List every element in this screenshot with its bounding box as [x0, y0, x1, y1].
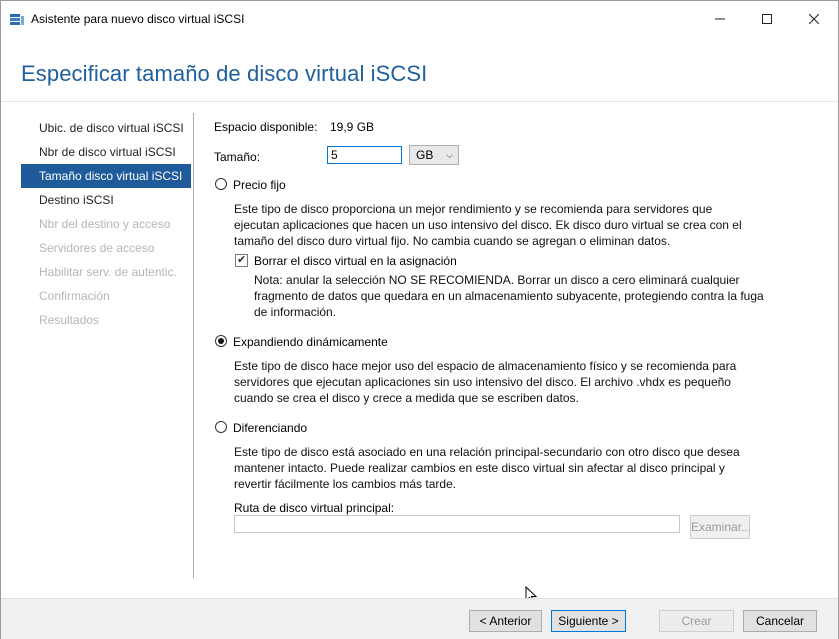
- erase-disk-checkbox[interactable]: ✔: [235, 254, 248, 267]
- content-panel: Espacio disponible: 19,9 GB Tamaño: 5 GB…: [214, 113, 824, 573]
- differencing-radio[interactable]: [215, 421, 227, 433]
- nav-item-access-servers: Servidores de acceso: [39, 241, 155, 255]
- fixed-size-label: Precio fijo: [233, 178, 286, 192]
- nav-item-target-name-access: Nbr del destino y acceso: [39, 217, 171, 231]
- maximize-icon: [762, 14, 772, 24]
- window-title: Asistente para nuevo disco virtual iSCSI: [31, 12, 245, 26]
- next-button[interactable]: Siguiente >: [551, 610, 626, 632]
- parent-path-input[interactable]: [234, 515, 680, 533]
- nav-item-location[interactable]: Ubic. de disco virtual iSCSI: [21, 116, 191, 140]
- page-title: Especificar tamaño de disco virtual iSCS…: [21, 61, 428, 86]
- nav-divider: [193, 113, 194, 578]
- checkmark-icon: ✔: [237, 254, 247, 266]
- title-bar: Asistente para nuevo disco virtual iSCSI: [1, 1, 838, 37]
- close-icon: [809, 14, 819, 24]
- parent-path-label: Ruta de disco virtual principal:: [234, 501, 395, 515]
- wizard-window: Asistente para nuevo disco virtual iSCSI…: [0, 0, 839, 639]
- erase-disk-note: Nota: anular la selección NO SE RECOMIEN…: [254, 273, 764, 319]
- differencing-description: Este tipo de disco está asociado en una …: [234, 445, 740, 491]
- erase-disk-label: Borrar el disco virtual en la asignación: [254, 254, 457, 268]
- nav-item-name[interactable]: Nbr de disco virtual iSCSI: [21, 140, 191, 164]
- available-space-value: 19,9 GB: [330, 120, 375, 134]
- previous-button[interactable]: < Anterior: [469, 610, 542, 632]
- differencing-label: Diferenciando: [233, 421, 308, 435]
- available-space-label: Espacio disponible:: [214, 120, 318, 134]
- cancel-button[interactable]: Cancelar: [743, 610, 817, 632]
- browse-button[interactable]: Examinar...: [690, 515, 751, 539]
- server-manager-icon: [10, 14, 24, 25]
- size-input[interactable]: 5: [327, 146, 402, 164]
- nav-item-results: Resultados: [39, 313, 100, 327]
- chevron-down-icon: ⌵: [446, 150, 453, 160]
- header-divider: [1, 101, 838, 102]
- fixed-size-radio[interactable]: [215, 178, 227, 190]
- dynamic-expanding-radio[interactable]: [215, 335, 227, 347]
- nav-item-confirmation: Confirmación: [39, 289, 110, 303]
- nav-item-size[interactable]: Tamaño disco virtual iSCSI: [21, 164, 191, 188]
- minimize-icon: [715, 18, 725, 20]
- nav-item-authentication: Habilitar serv. de autentic.: [39, 265, 177, 279]
- wizard-steps-nav: Ubic. de disco virtual iSCSI Nbr de disc…: [21, 116, 191, 332]
- dynamic-expanding-label: Expandiendo dinámicamente: [233, 335, 388, 349]
- dynamic-expanding-description: Este tipo de disco hace mejor uso del es…: [234, 359, 737, 405]
- minimize-button[interactable]: [697, 1, 743, 37]
- nav-item-target[interactable]: Destino iSCSI: [21, 188, 191, 212]
- size-unit-select[interactable]: GB ⌵: [409, 145, 459, 165]
- fixed-size-description: Este tipo de disco proporciona un mejor …: [234, 202, 742, 248]
- size-label: Tamaño:: [214, 150, 261, 164]
- close-button[interactable]: [791, 1, 837, 37]
- create-button[interactable]: Crear: [659, 610, 734, 632]
- footer-bar: < Anterior Siguiente > Crear Cancelar: [1, 598, 838, 639]
- size-unit-value: GB: [416, 148, 434, 162]
- maximize-button[interactable]: [744, 1, 790, 37]
